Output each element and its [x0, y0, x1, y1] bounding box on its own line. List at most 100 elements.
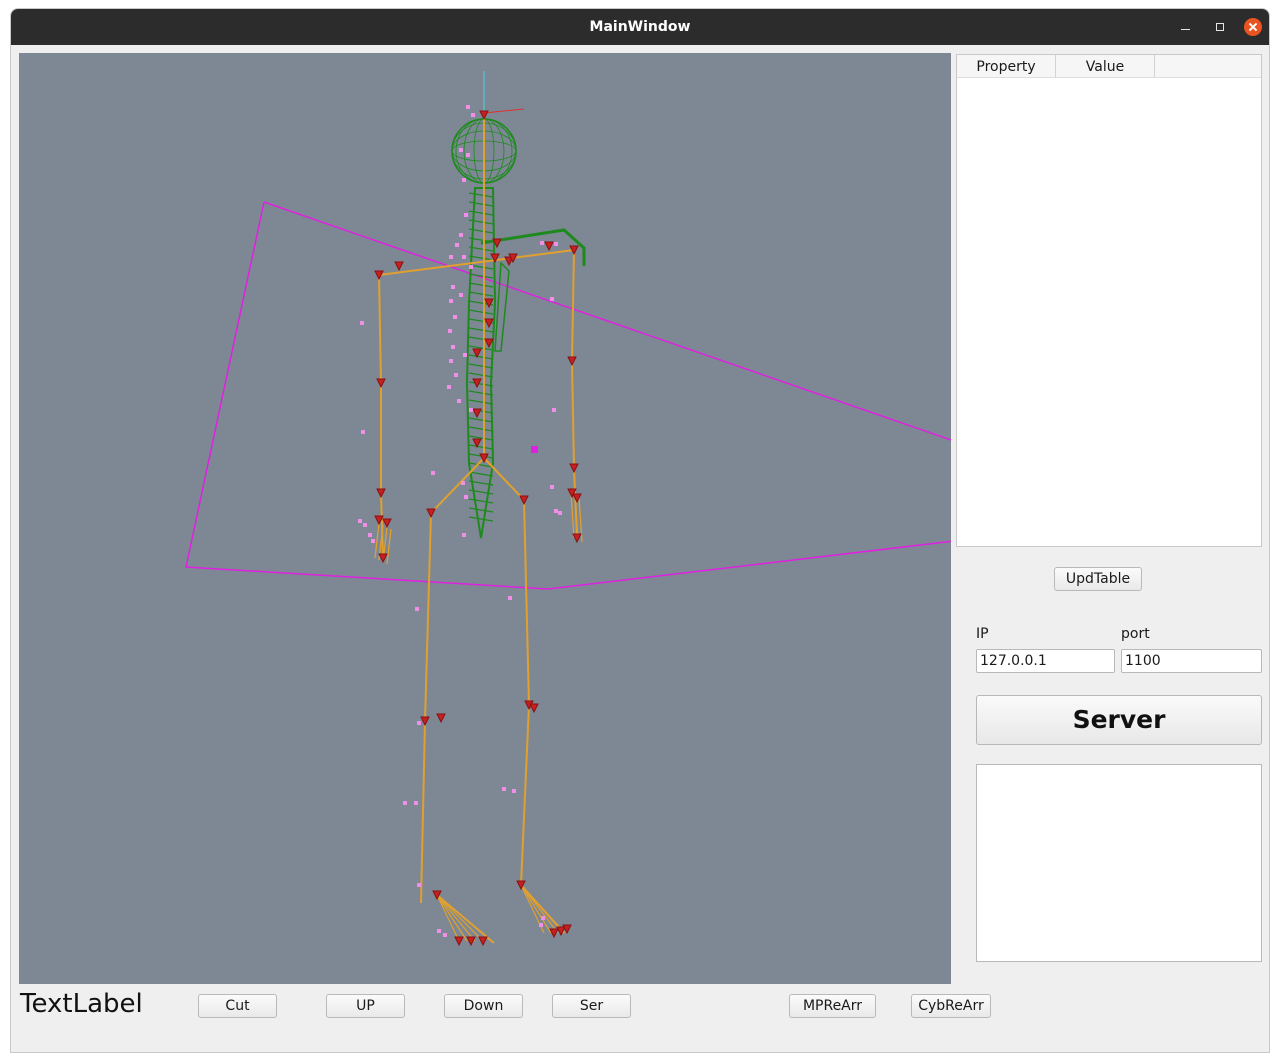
cybre-arr-button[interactable]: CybReArr — [911, 994, 991, 1018]
joint-marker — [572, 533, 582, 544]
mocap-marker — [414, 801, 418, 805]
spine-rib — [468, 354, 494, 360]
mocap-marker — [361, 430, 365, 434]
mocap-marker — [417, 721, 421, 725]
maximize-icon[interactable] — [1211, 18, 1229, 36]
text-label: TextLabel — [20, 989, 143, 1019]
mocap-marker — [431, 471, 435, 475]
mocap-marker — [448, 329, 452, 333]
mocap-marker — [455, 243, 459, 247]
mocap-marker — [459, 233, 463, 237]
mocap-marker — [437, 929, 441, 933]
mocap-marker — [554, 509, 558, 513]
mocap-marker — [449, 255, 453, 259]
upd-table-button[interactable]: UpdTable — [1054, 567, 1142, 591]
joint-marker — [549, 928, 559, 939]
joint-marker — [376, 378, 386, 389]
mocap-marker — [453, 315, 457, 319]
mocap-marker — [502, 787, 506, 791]
mocap-marker — [512, 789, 516, 793]
server-button[interactable]: Server — [976, 695, 1262, 745]
mocap-marker — [550, 297, 554, 301]
spine-rib — [468, 372, 494, 378]
port-input[interactable]: 1100 — [1121, 649, 1262, 673]
property-table[interactable]: Property Value — [956, 54, 1262, 547]
frustum-edge — [263, 201, 951, 441]
mocap-marker — [451, 285, 455, 289]
joint-marker — [569, 463, 579, 474]
mocap-marker — [508, 596, 512, 600]
joint-marker — [479, 110, 489, 121]
joint-marker — [466, 936, 476, 947]
ip-label: IP — [976, 626, 989, 642]
bone — [378, 249, 575, 276]
camera-target-marker — [531, 446, 538, 453]
joint-marker — [484, 338, 494, 349]
joint-marker — [382, 518, 392, 529]
spine-rib — [468, 192, 494, 198]
mpre-arr-button[interactable]: MPReArr — [789, 994, 876, 1018]
mocap-marker — [459, 148, 463, 152]
joint-marker — [478, 936, 488, 947]
joint-marker — [436, 713, 446, 724]
spine-rib — [468, 498, 494, 504]
mocap-marker — [469, 265, 473, 269]
spine-rib — [468, 516, 494, 522]
ser-button[interactable]: Ser — [552, 994, 631, 1018]
spine-rib — [468, 291, 494, 297]
mocap-marker — [443, 933, 447, 937]
mocap-marker — [469, 408, 473, 412]
mocap-marker — [417, 883, 421, 887]
mocap-marker — [539, 923, 543, 927]
joint-marker — [484, 298, 494, 309]
bone — [378, 274, 382, 384]
finger-bone — [374, 522, 380, 559]
mocap-marker — [462, 533, 466, 537]
mocap-marker — [466, 153, 470, 157]
log-text-area[interactable] — [976, 764, 1262, 962]
column-header-property[interactable]: Property — [957, 55, 1056, 77]
mocap-marker — [550, 485, 554, 489]
finger-bone — [570, 492, 575, 539]
mocap-marker — [459, 293, 463, 297]
mocap-marker — [461, 481, 465, 485]
port-label: port — [1121, 626, 1150, 642]
joint-marker — [454, 936, 464, 947]
joint-marker — [420, 716, 430, 727]
column-header-value[interactable]: Value — [1056, 55, 1155, 77]
mocap-marker — [463, 353, 467, 357]
skeleton-scene — [185, 71, 951, 947]
close-icon[interactable] — [1244, 18, 1262, 36]
title-bar: MainWindow — [11, 9, 1269, 45]
up-button[interactable]: UP — [326, 994, 405, 1018]
axis-x — [483, 108, 525, 114]
bone — [523, 499, 530, 706]
toe-bone — [520, 884, 552, 934]
mocap-marker — [368, 533, 372, 537]
mocap-marker — [462, 178, 466, 182]
window-title: MainWindow — [589, 19, 691, 35]
joint-marker — [472, 408, 482, 419]
cut-button[interactable]: Cut — [198, 994, 277, 1018]
minimize-icon[interactable] — [1177, 18, 1195, 36]
mocap-marker — [403, 801, 407, 805]
spine-rib — [468, 363, 494, 369]
table-header: Property Value — [957, 55, 1261, 78]
mocap-marker — [464, 495, 468, 499]
mocap-marker — [451, 345, 455, 349]
mocap-marker — [554, 242, 558, 246]
spine-rib — [468, 417, 494, 423]
mocap-marker — [466, 105, 470, 109]
mocap-marker — [558, 511, 562, 515]
bone — [420, 720, 426, 904]
ip-input[interactable]: 127.0.0.1 — [976, 649, 1115, 673]
spine-rib — [468, 471, 494, 477]
bone — [424, 512, 432, 722]
main-window: MainWindow Property Value UpdTable IP po… — [10, 8, 1270, 1053]
3d-viewport[interactable] — [19, 53, 951, 984]
mocap-marker — [552, 408, 556, 412]
spine-rib — [468, 507, 494, 513]
down-button[interactable]: Down — [444, 994, 523, 1018]
mocap-marker — [415, 607, 419, 611]
spine-rib — [468, 381, 494, 387]
